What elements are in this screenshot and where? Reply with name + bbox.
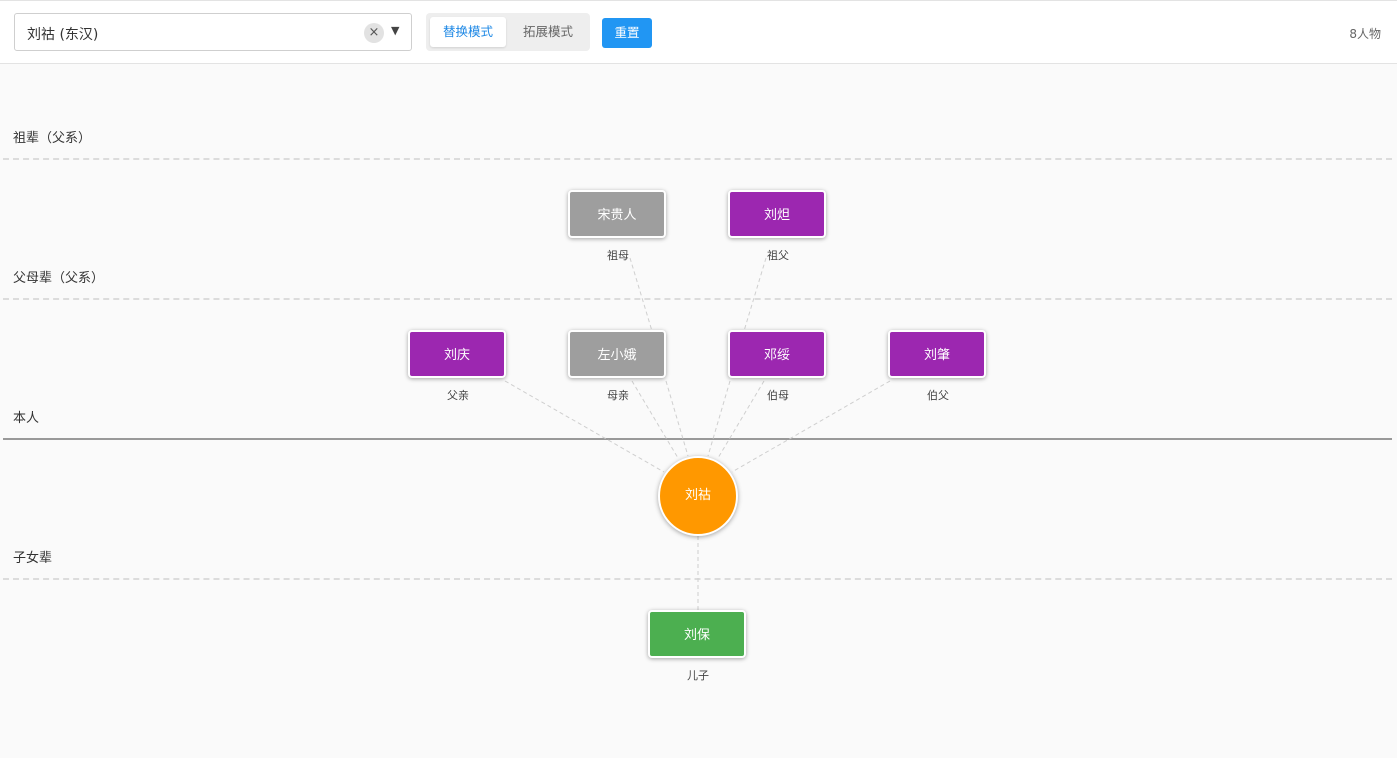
link-aunt-self-a [707,380,731,457]
person-node-grandmother[interactable]: 宋贵人 [568,190,666,238]
person-node-father[interactable]: 刘庆 [408,330,506,378]
relation-label-aunt: 伯母 [767,389,789,402]
relation-label-grandfather: 祖父 [767,249,789,262]
person-node-grandfather[interactable]: 刘炟 [728,190,826,238]
person-node-self[interactable]: 刘祜 [658,456,738,536]
relation-label-mother: 母亲 [607,389,629,402]
relation-label-father: 父亲 [447,389,469,402]
relation-label-son: 儿子 [687,669,709,682]
relation-label-uncle: 伯父 [927,389,949,402]
person-node-aunt[interactable]: 邓绥 [728,330,826,378]
person-node-uncle[interactable]: 刘肇 [888,330,986,378]
link-grandmother-father [629,257,653,332]
relation-label-grandmother: 祖母 [607,249,629,262]
link-grandfather-father [743,257,767,332]
person-node-mother[interactable]: 左小娥 [568,330,666,378]
link-mother-self-b [665,380,689,457]
person-node-son[interactable]: 刘保 [648,610,746,658]
